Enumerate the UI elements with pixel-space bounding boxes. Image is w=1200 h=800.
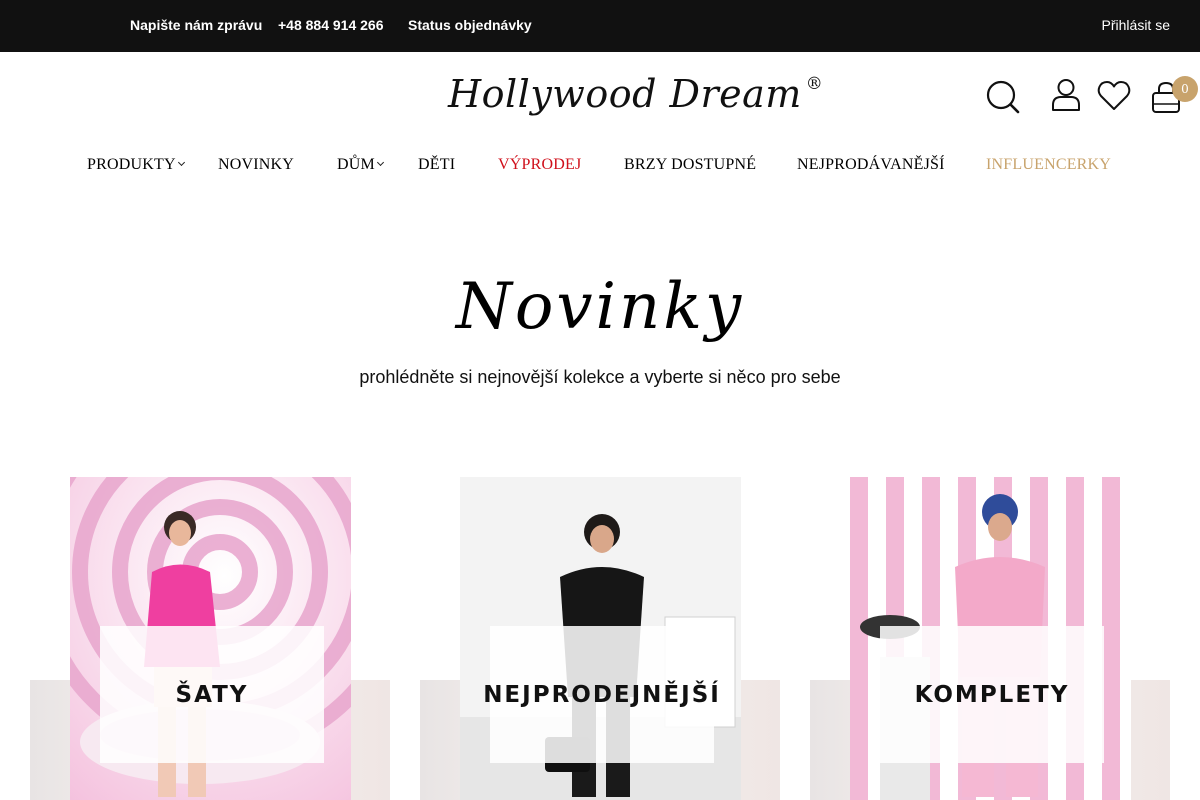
main-nav: PRODUKTY NOVINKY DŮM DĚTI VÝPRODEJ BRZY …	[0, 156, 1200, 178]
logo-text: Hollywood Dream	[448, 72, 802, 116]
page-title: Novinky	[455, 270, 745, 344]
nav-item-nejprodavanejsi[interactable]: NEJPRODÁVANĚJŠÍ	[797, 156, 945, 174]
nav-item-produkty[interactable]: PRODUKTY	[87, 156, 185, 174]
heart-icon[interactable]	[1097, 80, 1131, 112]
nav-item-dum[interactable]: DŮM	[337, 156, 384, 174]
nav-item-label: NEJPRODÁVANĚJŠÍ	[797, 156, 945, 173]
page-subtitle: prohlédněte si nejnovější kolekce a vybe…	[359, 367, 841, 387]
chevron-down-icon	[177, 158, 185, 167]
nav-item-label: NOVINKY	[218, 156, 295, 173]
nav-item-brzy-dostupne[interactable]: BRZY DOSTUPNÉ	[624, 156, 756, 174]
category-label-box: NEJPRODEJNĚJŠÍ	[483, 626, 719, 763]
nav-item-label: DŮM	[337, 156, 375, 173]
category-label: ŠATY	[175, 681, 249, 708]
category-label: KOMPLETY	[914, 681, 1070, 708]
category-label: NEJPRODEJNĚJŠÍ	[483, 681, 721, 708]
nav-item-label: DĚTI	[418, 156, 456, 173]
phone-link[interactable]: +48 884 914 266	[278, 17, 384, 33]
nav-item-label: INFLUENCERKY	[986, 156, 1112, 173]
category-label-box: KOMPLETY	[880, 626, 1104, 763]
category-card-saty[interactable]: ŠATY	[30, 477, 390, 800]
chevron-down-icon	[376, 158, 384, 167]
nav-item-deti[interactable]: DĚTI	[418, 156, 455, 174]
nav-item-label: BRZY DOSTUPNÉ	[624, 156, 757, 173]
search-icon[interactable]	[985, 79, 1021, 115]
category-card-komplety[interactable]: KOMPLETY	[810, 477, 1170, 800]
order-status-link[interactable]: Status objednávky	[408, 17, 532, 33]
category-label-box: ŠATY	[100, 626, 324, 763]
nav-item-influencerky[interactable]: INFLUENCERKY	[986, 156, 1111, 174]
nav-item-vyprodej[interactable]: VÝPRODEJ	[498, 156, 581, 174]
logo[interactable]: Hollywood Dream ®	[448, 72, 823, 116]
category-card-nejprodejnejsi[interactable]: NEJPRODEJNĚJŠÍ	[420, 477, 780, 800]
user-icon[interactable]	[1051, 78, 1081, 112]
cart-count-badge: 0	[1172, 76, 1198, 102]
logo-registered-mark: ®	[805, 74, 824, 95]
nav-item-label: PRODUKTY	[87, 156, 176, 173]
top-bar: Napište nám zprávu +48 884 914 266 Statu…	[0, 0, 1200, 52]
message-link[interactable]: Napište nám zprávu	[130, 17, 262, 33]
nav-item-label: VÝPRODEJ	[498, 156, 582, 173]
nav-item-novinky[interactable]: NOVINKY	[218, 156, 294, 174]
login-link[interactable]: Přihlásit se	[1102, 17, 1170, 33]
